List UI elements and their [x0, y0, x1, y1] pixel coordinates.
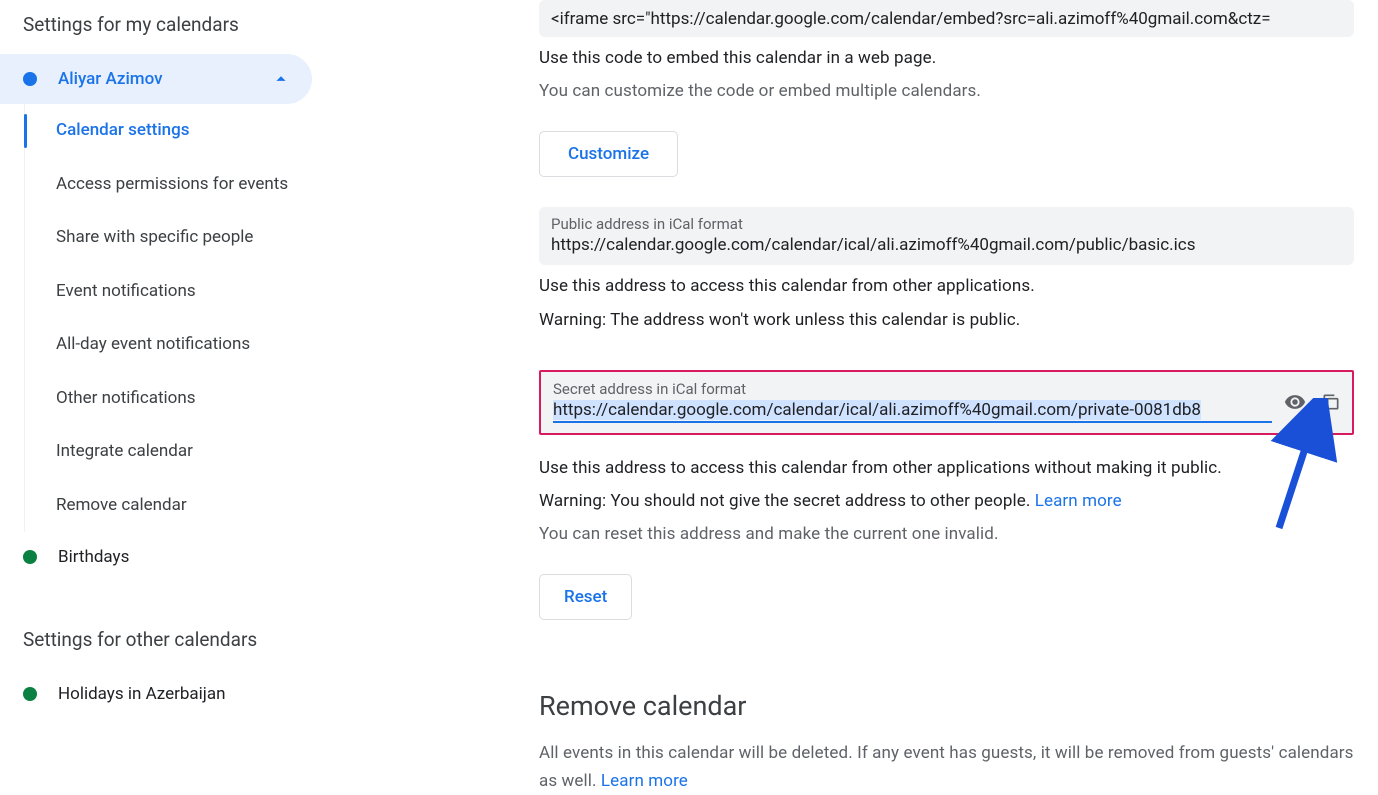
secret-ical-value: https://calendar.google.com/calendar/ica…	[553, 400, 1201, 420]
iframe-code-field[interactable]: <iframe src="https://calendar.google.com…	[539, 0, 1354, 37]
calendar-color-dot	[23, 72, 37, 86]
copy-icon[interactable]	[1320, 391, 1342, 413]
remove-calendar-desc: All events in this calendar will be dele…	[539, 740, 1354, 794]
my-calendars-section-title: Settings for my calendars	[0, 7, 317, 54]
selection-underline	[553, 421, 1272, 423]
calendar-color-dot	[23, 687, 37, 701]
customize-button[interactable]: Customize	[539, 131, 678, 177]
submenu-other-notifications[interactable]: Other notifications	[25, 372, 317, 426]
public-ical-field[interactable]: Public address in iCal format https://ca…	[539, 207, 1354, 265]
secret-learn-more-link[interactable]: Learn more	[1035, 491, 1122, 511]
chevron-up-icon	[270, 68, 292, 90]
calendar-item-holidays[interactable]: Holidays in Azerbaijan	[0, 669, 317, 719]
eye-icon[interactable]	[1284, 391, 1306, 413]
iframe-code-value: <iframe src="https://calendar.google.com…	[551, 9, 1342, 29]
calendar-name: Birthdays	[58, 547, 297, 567]
other-calendars-section-title: Settings for other calendars	[0, 622, 317, 669]
remove-calendar-heading: Remove calendar	[539, 690, 1354, 722]
calendar-color-dot	[23, 550, 37, 564]
remove-learn-more-link[interactable]: Learn more	[601, 771, 688, 791]
secret-ical-field[interactable]: Secret address in iCal format https://ca…	[539, 370, 1354, 435]
settings-sidebar: Settings for my calendars Aliyar Azimov …	[0, 0, 317, 743]
secret-ical-desc: Use this address to access this calendar…	[539, 455, 1354, 482]
calendar-submenu: Calendar settings Access permissions for…	[24, 104, 317, 532]
public-ical-value: https://calendar.google.com/calendar/ica…	[551, 235, 1342, 255]
settings-content: <iframe src="https://calendar.google.com…	[539, 0, 1378, 743]
reset-button[interactable]: Reset	[539, 574, 632, 620]
submenu-access-permissions[interactable]: Access permissions for events	[25, 158, 317, 212]
calendar-item-birthdays[interactable]: Birthdays	[0, 532, 317, 582]
submenu-allday-notifications[interactable]: All-day event notifications	[25, 318, 317, 372]
calendar-name: Aliyar Azimov	[58, 69, 270, 89]
submenu-calendar-settings[interactable]: Calendar settings	[25, 104, 317, 158]
calendar-name: Holidays in Azerbaijan	[58, 684, 297, 704]
submenu-integrate-calendar[interactable]: Integrate calendar	[25, 425, 317, 479]
secret-ical-label: Secret address in iCal format	[553, 380, 1272, 398]
calendar-item-aliyar[interactable]: Aliyar Azimov	[0, 54, 312, 104]
embed-desc-2: You can customize the code or embed mult…	[539, 78, 1354, 105]
public-ical-desc: Use this address to access this calendar…	[539, 273, 1354, 300]
secret-reset-desc: You can reset this address and make the …	[539, 521, 1354, 548]
submenu-remove-calendar[interactable]: Remove calendar	[25, 479, 317, 533]
secret-ical-warning: Warning: You should not give the secret …	[539, 488, 1354, 515]
public-ical-label: Public address in iCal format	[551, 215, 1342, 233]
embed-desc-1: Use this code to embed this calendar in …	[539, 45, 1354, 72]
public-ical-warning: Warning: The address won't work unless t…	[539, 307, 1354, 334]
submenu-event-notifications[interactable]: Event notifications	[25, 265, 317, 319]
submenu-share-people[interactable]: Share with specific people	[25, 211, 317, 265]
secret-warn-text: Warning: You should not give the secret …	[539, 491, 1035, 511]
